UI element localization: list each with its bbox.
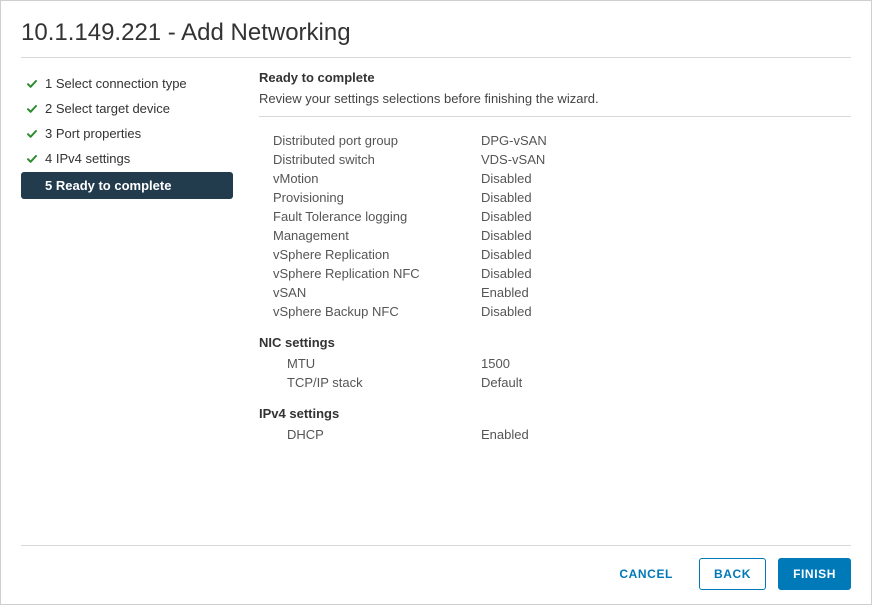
- summary-row: vSphere Backup NFCDisabled: [259, 302, 851, 321]
- summary-key: Provisioning: [259, 188, 481, 207]
- step-select-connection-type[interactable]: 1 Select connection type: [21, 72, 233, 95]
- summary-value: Disabled: [481, 188, 851, 207]
- summary-value: Default: [481, 373, 851, 392]
- check-icon: [25, 127, 39, 141]
- summary-key: DHCP: [259, 425, 481, 444]
- content-divider: [259, 116, 851, 117]
- summary-row: vMotionDisabled: [259, 169, 851, 188]
- step-select-target-device[interactable]: 2 Select target device: [21, 97, 233, 120]
- step-ipv4-settings[interactable]: 4 IPv4 settings: [21, 147, 233, 170]
- step-label: 4 IPv4 settings: [45, 151, 130, 166]
- summary-value: DPG-vSAN: [481, 131, 851, 150]
- summary-key: Distributed port group: [259, 131, 481, 150]
- summary-row: vSANEnabled: [259, 283, 851, 302]
- summary-value: Disabled: [481, 245, 851, 264]
- summary-value: Disabled: [481, 302, 851, 321]
- summary-key: Distributed switch: [259, 150, 481, 169]
- summary-row: ManagementDisabled: [259, 226, 851, 245]
- summary-key: Management: [259, 226, 481, 245]
- summary-row: MTU1500: [259, 354, 851, 373]
- summary-value: 1500: [481, 354, 851, 373]
- step-ready-to-complete[interactable]: 5 Ready to complete: [21, 172, 233, 199]
- wizard-steps: 1 Select connection type 2 Select target…: [21, 68, 233, 545]
- summary-key: vMotion: [259, 169, 481, 188]
- dialog-title: 10.1.149.221 - Add Networking: [21, 19, 851, 57]
- summary-value: Disabled: [481, 264, 851, 283]
- content-subheading: Review your settings selections before f…: [259, 91, 851, 106]
- summary-key: TCP/IP stack: [259, 373, 481, 392]
- back-button[interactable]: BACK: [699, 558, 766, 590]
- step-label: 3 Port properties: [45, 126, 141, 141]
- nic-settings-heading: NIC settings: [259, 335, 851, 350]
- ipv4-settings-heading: IPv4 settings: [259, 406, 851, 421]
- title-divider: [21, 57, 851, 58]
- summary-rows: Distributed port groupDPG-vSAN Distribut…: [259, 131, 851, 444]
- summary-value: Disabled: [481, 226, 851, 245]
- summary-key: vSAN: [259, 283, 481, 302]
- summary-value: VDS-vSAN: [481, 150, 851, 169]
- summary-row: TCP/IP stackDefault: [259, 373, 851, 392]
- add-networking-dialog: 10.1.149.221 - Add Networking 1 Select c…: [0, 0, 872, 605]
- summary-key: vSphere Backup NFC: [259, 302, 481, 321]
- step-label: 1 Select connection type: [45, 76, 187, 91]
- summary-row: Distributed switchVDS-vSAN: [259, 150, 851, 169]
- dialog-footer: CANCEL BACK FINISH: [21, 545, 851, 590]
- cancel-button[interactable]: CANCEL: [605, 559, 687, 589]
- summary-value: Enabled: [481, 425, 851, 444]
- wizard-content: Ready to complete Review your settings s…: [233, 68, 851, 545]
- finish-button[interactable]: FINISH: [778, 558, 851, 590]
- summary-value: Enabled: [481, 283, 851, 302]
- check-icon: [25, 77, 39, 91]
- summary-value: Disabled: [481, 169, 851, 188]
- check-icon: [25, 102, 39, 116]
- summary-key: MTU: [259, 354, 481, 373]
- summary-row: Fault Tolerance loggingDisabled: [259, 207, 851, 226]
- summary-row: vSphere ReplicationDisabled: [259, 245, 851, 264]
- summary-key: Fault Tolerance logging: [259, 207, 481, 226]
- step-label: 2 Select target device: [45, 101, 170, 116]
- step-port-properties[interactable]: 3 Port properties: [21, 122, 233, 145]
- check-icon: [25, 152, 39, 166]
- dialog-body: 1 Select connection type 2 Select target…: [21, 68, 851, 545]
- summary-value: Disabled: [481, 207, 851, 226]
- summary-key: vSphere Replication: [259, 245, 481, 264]
- summary-key: vSphere Replication NFC: [259, 264, 481, 283]
- summary-row: vSphere Replication NFCDisabled: [259, 264, 851, 283]
- summary-row: DHCPEnabled: [259, 425, 851, 444]
- content-heading: Ready to complete: [259, 70, 851, 85]
- summary-row: ProvisioningDisabled: [259, 188, 851, 207]
- step-label: 5 Ready to complete: [45, 178, 171, 193]
- summary-row: Distributed port groupDPG-vSAN: [259, 131, 851, 150]
